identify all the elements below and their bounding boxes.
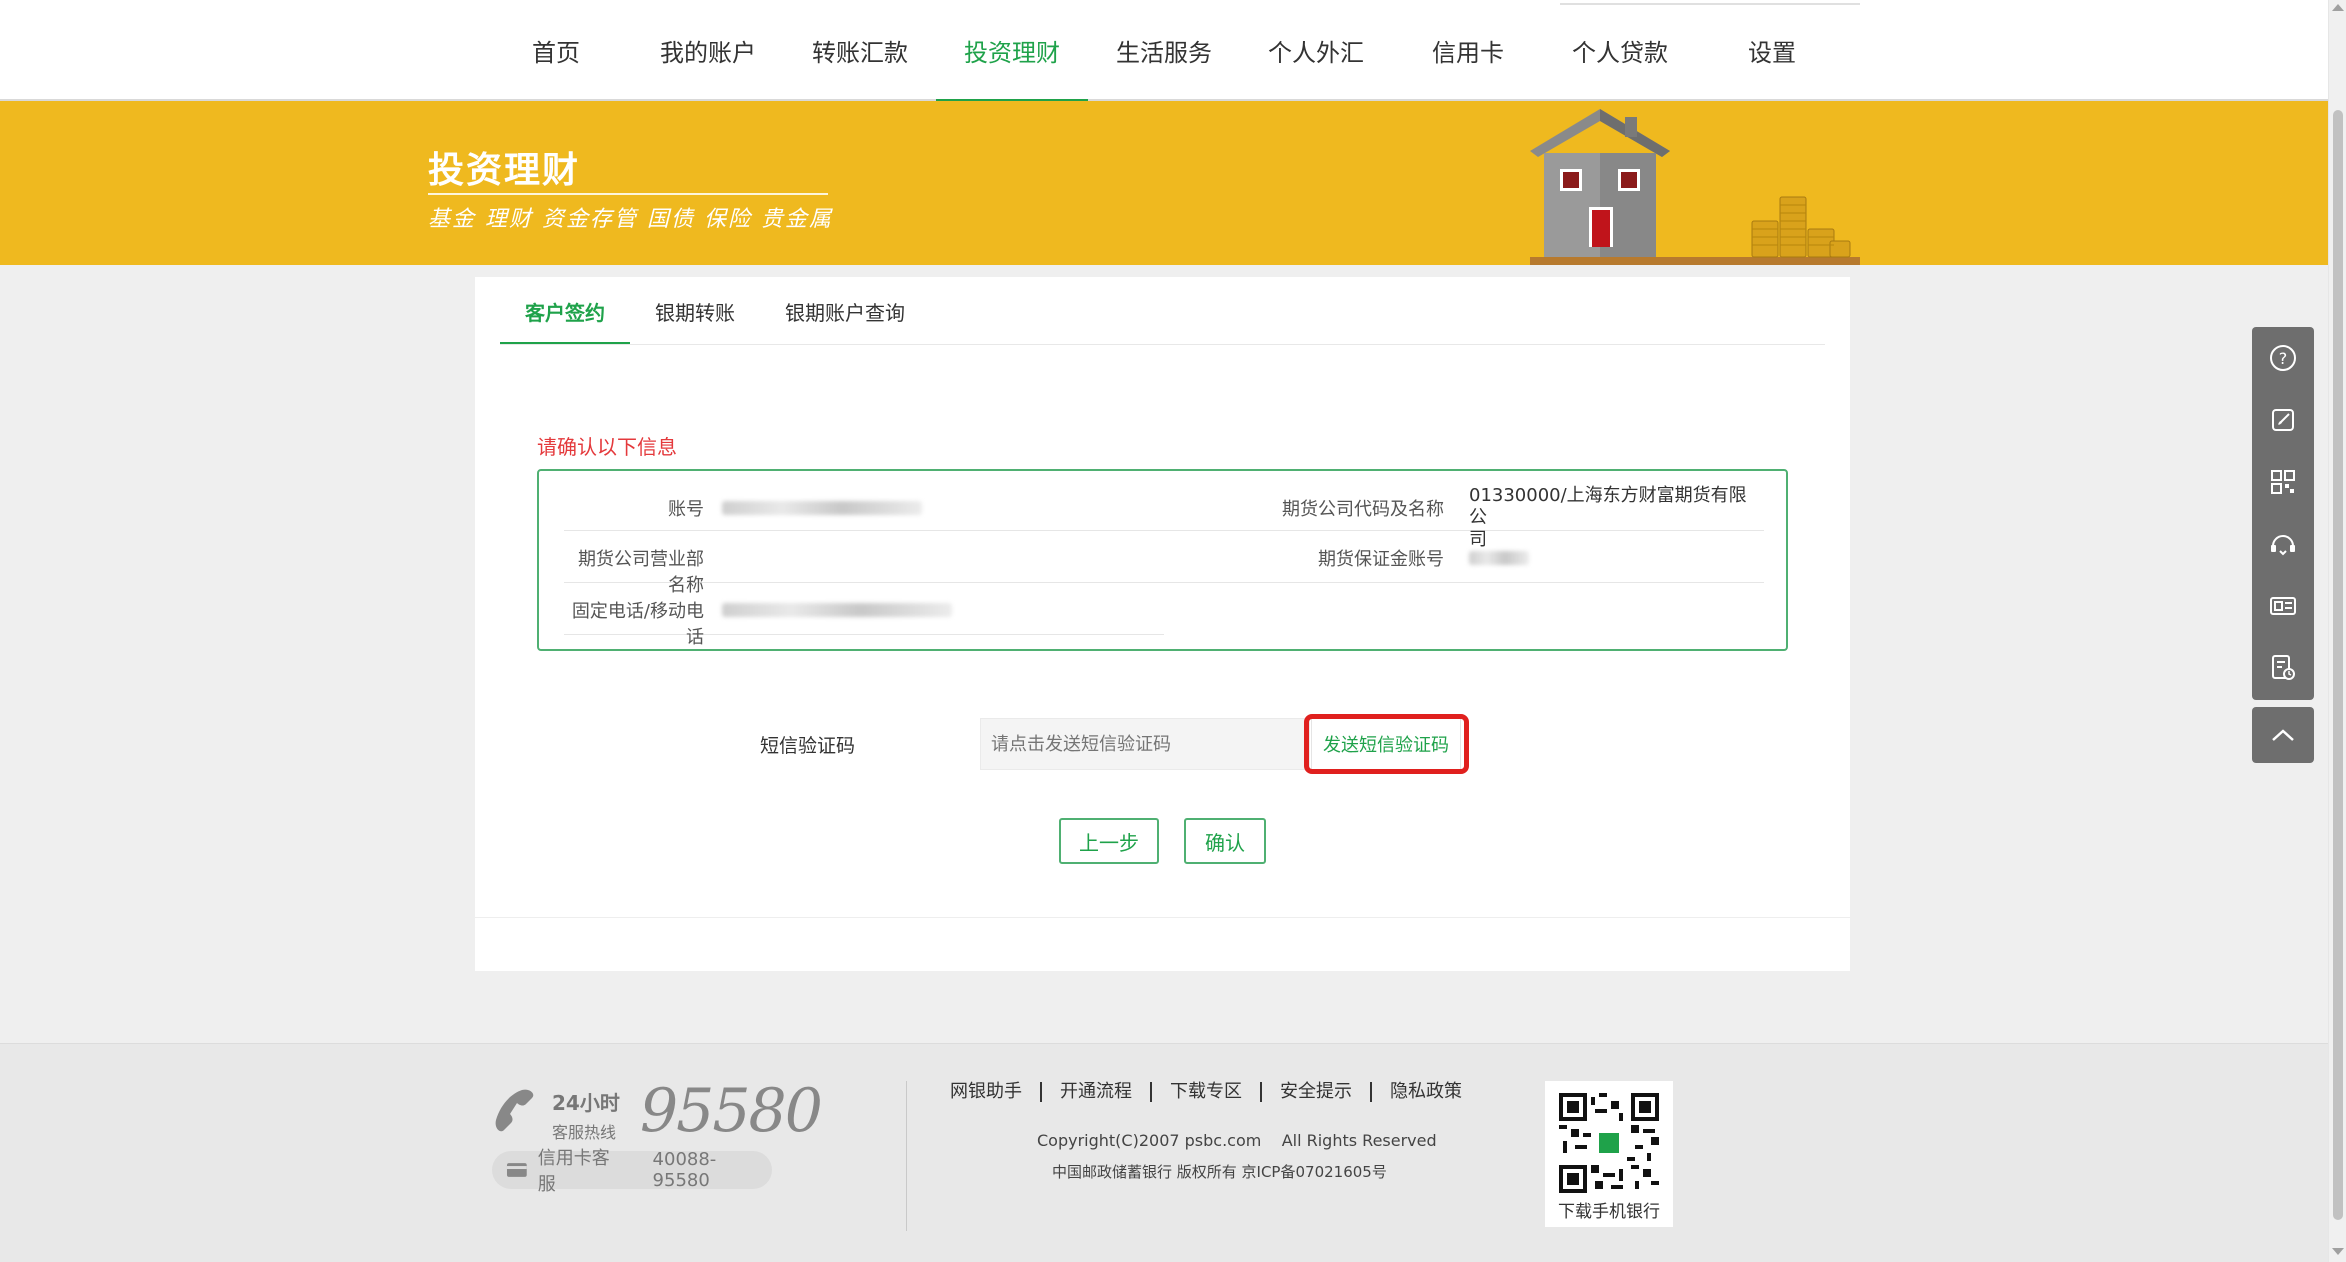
mobile-bank-qr[interactable]: 下载手机银行 <box>1545 1081 1673 1227</box>
futures-company-value-line1: 01330000/上海东方财富期货有限公 <box>1469 485 1747 528</box>
icp-text: 中国邮政储蓄银行 版权所有 京ICP备07021605号 <box>1052 1163 1387 1181</box>
help-button[interactable]: ? <box>2252 327 2314 389</box>
nav-items: 首页 我的账户 转账汇款 投资理财 生活服务 个人外汇 信用卡 个人贷款 设置 <box>480 0 1848 103</box>
info-row-phone: 固定电话/移动电话 <box>564 583 1164 648</box>
sub-tabs: 客户签约 银期转账 银期账户查询 <box>500 277 930 345</box>
footer-link-security-tips[interactable]: 安全提示 <box>1260 1082 1370 1102</box>
scroll-down-arrow[interactable] <box>2332 1248 2344 1255</box>
qrcode-image <box>1559 1093 1659 1193</box>
edit-icon <box>2272 409 2294 431</box>
margin-account-label: 期货保证金账号 <box>1318 549 1444 570</box>
confirm-button[interactable]: 确认 <box>1184 818 1266 864</box>
tab-bank-futures-transfer[interactable]: 银期转账 <box>630 277 760 345</box>
customer-service-button[interactable] <box>2252 513 2314 575</box>
send-sms-code-button[interactable]: 发送短信验证码 <box>1311 718 1461 770</box>
nav-item-credit-card[interactable]: 信用卡 <box>1392 0 1544 101</box>
help-icon: ? <box>2270 345 2296 371</box>
footer-link-ebank-assistant[interactable]: 网银助手 <box>950 1082 1040 1102</box>
info-row-account: 账号 期货公司代码及名称 01330000/上海东方财富期货有限公 司 <box>564 479 1764 550</box>
house-coins-illustration <box>1530 109 1860 265</box>
scrollbar-thumb[interactable] <box>2333 110 2343 1220</box>
nav-item-life-services[interactable]: 生活服务 <box>1088 0 1240 101</box>
prev-step-button[interactable]: 上一步 <box>1059 818 1159 864</box>
banner-subtitle: 基金 理财 资金存管 国债 保险 贵金属 <box>428 207 833 232</box>
nav-item-investment[interactable]: 投资理财 <box>936 0 1088 103</box>
qrcode-label: 下载手机银行 <box>1558 1202 1660 1222</box>
footer-divider <box>906 1081 907 1231</box>
document-icon <box>2272 655 2295 680</box>
edit-button[interactable] <box>2252 389 2314 451</box>
phone-value-redacted <box>722 601 952 622</box>
credit-card-service-label: 信用卡客服 <box>537 1148 610 1195</box>
confirm-hint: 请确认以下信息 <box>537 435 677 459</box>
nav-item-loan[interactable]: 个人贷款 <box>1544 0 1696 101</box>
card-icon <box>2270 597 2296 615</box>
futures-company-label: 期货公司代码及名称 <box>1282 499 1444 520</box>
sms-code-input[interactable] <box>980 718 1310 770</box>
qrcode-icon <box>2271 470 2295 494</box>
nav-item-transfer[interactable]: 转账汇款 <box>784 0 936 101</box>
tab-bank-futures-account-query[interactable]: 银期账户查询 <box>760 277 930 345</box>
info-box: 账号 期货公司代码及名称 01330000/上海东方财富期货有限公 司 期货公司… <box>537 469 1788 651</box>
floating-toolbar: ? <box>2252 327 2314 700</box>
top-navigation: 首页 我的账户 转账汇款 投资理财 生活服务 个人外汇 信用卡 个人贷款 设置 <box>0 0 2328 103</box>
nav-item-my-account[interactable]: 我的账户 <box>632 0 784 101</box>
info-row-branch: 期货公司营业部名称 期货保证金账号 <box>564 531 1764 596</box>
qrcode-button[interactable] <box>2252 451 2314 513</box>
credit-card-icon <box>506 1163 527 1177</box>
footer: 24小时 客服热线 95580 信用卡客服 40088-95580 网银助手 开… <box>0 1043 2328 1262</box>
hotline-hours: 24小时 <box>552 1091 620 1115</box>
content-card: 客户签约 银期转账 银期账户查询 请确认以下信息 账号 期货公司代码及名称 01… <box>475 277 1850 971</box>
credit-card-service: 信用卡客服 40088-95580 <box>492 1148 772 1195</box>
document-button[interactable] <box>2252 637 2314 699</box>
footer-link-downloads[interactable]: 下载专区 <box>1150 1082 1260 1102</box>
footer-link-open-process[interactable]: 开通流程 <box>1040 1082 1150 1102</box>
card-button[interactable] <box>2252 575 2314 637</box>
phone-label: 固定电话/移动电话 <box>571 601 704 648</box>
sms-code-label: 短信验证码 <box>759 735 855 757</box>
svg-text:?: ? <box>2279 349 2288 368</box>
account-value-redacted <box>722 499 922 520</box>
headset-icon <box>2271 535 2295 556</box>
nav-item-forex[interactable]: 个人外汇 <box>1240 0 1392 101</box>
tabs-divider <box>500 344 1825 345</box>
vertical-scrollbar[interactable] <box>2328 0 2346 1262</box>
section-banner: 投资理财 基金 理财 资金存管 国债 保险 贵金属 <box>0 101 2328 265</box>
footer-link-privacy[interactable]: 隐私政策 <box>1370 1082 1480 1102</box>
banner-underline <box>428 193 828 195</box>
copyright-text: Copyright(C)2007 psbc.com All Rights Res… <box>1037 1131 1437 1150</box>
footer-links: 网银助手 开通流程 下载专区 安全提示 隐私政策 <box>950 1082 1480 1102</box>
phone-icon <box>495 1089 534 1132</box>
banner-title: 投资理财 <box>428 149 581 191</box>
tab-customer-signing[interactable]: 客户签约 <box>500 277 630 345</box>
hotline-label: 客服热线 <box>552 1123 617 1142</box>
credit-card-service-number: 40088-95580 <box>652 1149 717 1191</box>
chevron-up-icon <box>2272 729 2294 741</box>
back-to-top-button[interactable] <box>2252 707 2314 763</box>
scroll-up-arrow[interactable] <box>2332 4 2344 11</box>
margin-account-value-redacted <box>1469 549 1529 570</box>
card-divider <box>475 917 1850 918</box>
nav-item-home[interactable]: 首页 <box>480 0 632 101</box>
nav-item-settings[interactable]: 设置 <box>1696 0 1848 101</box>
account-label: 账号 <box>668 499 704 520</box>
hotline-number: 95580 <box>640 1076 823 1146</box>
